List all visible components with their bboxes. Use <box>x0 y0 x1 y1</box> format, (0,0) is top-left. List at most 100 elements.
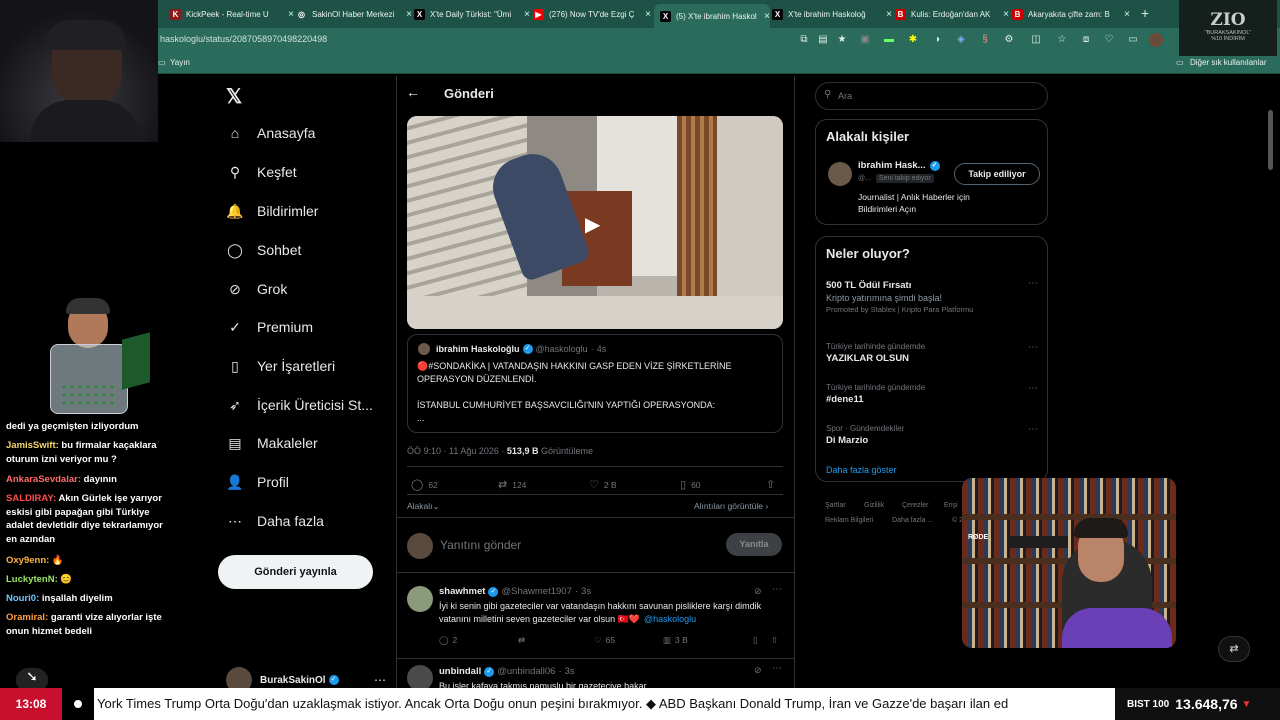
view-quotes-link[interactable]: Alıntıları görüntüle › <box>694 501 768 511</box>
favorites-icon[interactable]: ☆ <box>1055 33 1069 47</box>
share-action[interactable]: ⇧ <box>766 478 780 491</box>
play-icon[interactable]: ▶ <box>585 212 600 237</box>
nav-item-premium[interactable]: ✓ Premium <box>226 318 313 336</box>
repost-action[interactable]: ⇄ <box>518 635 529 646</box>
tab-close-icon[interactable]: × <box>521 8 530 20</box>
like-action[interactable]: ♡ 65 <box>594 635 615 646</box>
browser-tab[interactable]: X X'te ibrahim Haskoloğ × <box>772 4 892 24</box>
extension-icon[interactable]: ◑ <box>930 33 944 47</box>
trend-item[interactable]: Türkiye tarihinde gündemde YAZIKLAR OLSUN… <box>826 342 1038 364</box>
browser-tab[interactable]: B Kulis: Erdoğan'dan AK × <box>895 4 1009 24</box>
extension-icon[interactable]: ◈ <box>954 33 968 47</box>
tab-close-icon[interactable]: × <box>642 8 651 20</box>
nav-item-rocket[interactable]: ➶ İçerik Üreticisi St... <box>226 396 373 414</box>
like-action[interactable]: ♡ 2 B <box>589 478 617 491</box>
url-field[interactable]: haskologlu/status/2087058970498220498 <box>160 34 327 44</box>
translate-icon[interactable]: ⧉ <box>797 33 811 47</box>
show-more-link[interactable]: Daha fazla göster <box>826 465 897 475</box>
reader-icon[interactable]: ▤ <box>816 33 830 47</box>
tab-close-icon[interactable]: × <box>761 10 770 22</box>
tab-close-icon[interactable]: × <box>1000 8 1009 20</box>
browser-tab[interactable]: K KickPeek - Real-time U × <box>170 4 294 24</box>
bookmark-action[interactable]: ▯ <box>753 635 762 646</box>
extensions-icon[interactable]: ⚙ <box>1002 33 1016 47</box>
nav-item-chat[interactable]: ◯ Sohbet <box>226 241 301 259</box>
search-box[interactable]: ⚲ Ara <box>815 82 1048 110</box>
more-options-icon[interactable]: ⋯ <box>1028 342 1038 353</box>
repost-action[interactable]: ⇄ 124 <box>498 478 526 491</box>
nav-item-grok[interactable]: ⊘ Grok <box>226 280 287 298</box>
share-action[interactable]: ⇧ <box>771 635 782 646</box>
tab-close-icon[interactable]: × <box>403 8 412 20</box>
reply-filter-dropdown[interactable]: Alakalı⌄ <box>407 501 440 512</box>
account-switcher[interactable]: BurakSakinOl ✓ ⋯ <box>226 667 386 693</box>
heart-icon[interactable]: ♡ <box>1102 33 1116 47</box>
trend-item[interactable]: Spor · Gündemdekiler Di Marzio ⋯ <box>826 424 1038 446</box>
views-action[interactable]: ▥ 3 B <box>663 635 688 646</box>
avatar[interactable] <box>407 586 433 612</box>
browser-tab[interactable]: ▶ (276) Now TV'de Ezgi Ç × <box>533 4 651 24</box>
footer-link[interactable]: Erişi <box>944 502 958 509</box>
post-button[interactable]: Gönderi yayınla <box>218 555 373 589</box>
grok-icon[interactable]: ⊘ <box>754 586 762 597</box>
more-options-icon[interactable]: ⋯ <box>772 584 782 595</box>
footer-link[interactable]: Çerezler <box>902 502 928 509</box>
browser-tab[interactable]: B Akaryakıta çifte zam: B × <box>1012 4 1130 24</box>
x-logo-icon[interactable]: 𝕏 <box>226 84 242 109</box>
footer-link[interactable]: Şartlar <box>825 502 846 509</box>
nav-item-search[interactable]: ⚲ Keşfet <box>226 163 297 181</box>
trend-item[interactable]: 500 TL Ödül Fırsatı Kripto yatırımına şim… <box>826 278 1038 314</box>
nav-item-more[interactable]: ⋯ Daha fazla <box>226 512 324 530</box>
tab-close-icon[interactable]: × <box>1121 8 1130 20</box>
nav-item-profile[interactable]: 👤 Profil <box>226 473 289 491</box>
other-bookmarks[interactable]: Diğer sık kullanılanlar <box>1190 58 1266 67</box>
extension-icon[interactable]: ▣ <box>858 33 872 47</box>
footer-link[interactable]: Gizlilik <box>864 502 884 509</box>
reply-button[interactable]: Yanıtla <box>726 533 782 556</box>
more-options-icon[interactable]: ⋯ <box>1028 383 1038 394</box>
avatar[interactable] <box>828 162 852 186</box>
profile-avatar[interactable] <box>1149 33 1163 47</box>
reply-action[interactable]: ◯ 62 <box>411 478 438 491</box>
favorite-star-icon[interactable]: ★ <box>835 33 849 47</box>
more-options-icon[interactable]: ⋯ <box>1028 424 1038 435</box>
reply-author-name[interactable]: unbindall <box>439 666 481 677</box>
browser-tab[interactable]: X X'te Daily Türkist: "Ümi × <box>414 4 530 24</box>
bookmark-action[interactable]: ▯ 60 <box>680 478 701 491</box>
tab-close-icon[interactable]: × <box>285 8 294 20</box>
floating-action-icon[interactable]: ⇄ <box>1218 636 1250 662</box>
tab-close-icon[interactable]: × <box>883 8 892 20</box>
video-player[interactable]: ▶ <box>407 116 783 329</box>
mention-link[interactable]: @haskologlu <box>644 614 696 624</box>
new-tab-button[interactable]: + <box>1141 5 1149 21</box>
nav-item-bookmark[interactable]: ▯ Yer İşaretleri <box>226 357 335 375</box>
reply-tweet[interactable]: unbindall ✓ @unbindall06 · 3s ⊘ ⋯ Bu işler kafa… <box>396 658 794 691</box>
footer-link[interactable]: Reklam Bilgileri <box>825 517 873 524</box>
reply-tweet[interactable]: shawhmet ✓ @Shawmet1907 · 3s ⊘ ⋯ İyi ki senin g… <box>396 578 794 656</box>
quoted-tweet[interactable]: ibrahim Haskoloğlu ✓ @haskologlu · 4s 🔴#… <box>407 334 783 433</box>
more-options-icon[interactable]: ⋯ <box>772 663 782 674</box>
nav-item-bell[interactable]: 🔔 Bildirimler <box>226 202 318 220</box>
scrollbar[interactable] <box>1268 110 1273 170</box>
more-options-icon[interactable]: ⋯ <box>1028 278 1038 289</box>
related-person-name[interactable]: ibrahim Hask... <box>858 160 926 171</box>
reply-author-name[interactable]: shawhmet <box>439 586 485 597</box>
wallet-icon[interactable]: ▭ <box>1126 33 1140 47</box>
trend-item[interactable]: Türkiye tarihinde gündemde #dene11 ⋯ <box>826 383 1038 405</box>
footer-link[interactable]: Daha fazla ... <box>892 517 933 524</box>
nav-item-article[interactable]: ▤ Makaleler <box>226 434 317 452</box>
collections-icon[interactable]: ⧈ <box>1079 33 1093 47</box>
extension-icon[interactable]: ▬ <box>882 33 896 47</box>
extension-icon[interactable]: ✱ <box>906 33 920 47</box>
split-view-icon[interactable]: ◫ <box>1029 33 1043 47</box>
grok-icon[interactable]: ⊘ <box>754 665 762 676</box>
nav-item-home[interactable]: ⌂ Anasayfa <box>226 124 316 142</box>
reply-input[interactable]: Yanıtını gönder <box>440 538 521 552</box>
more-options-icon[interactable]: ⋯ <box>374 673 386 687</box>
reply-action[interactable]: ◯ 2 <box>439 635 457 646</box>
extension-icon[interactable]: § <box>978 33 992 47</box>
back-arrow-icon[interactable]: ← <box>406 84 420 100</box>
bookmark-yayin[interactable]: Yayın <box>170 58 190 67</box>
browser-tab[interactable]: X (5) X'te ibrahim Haskol × <box>654 4 770 28</box>
following-button[interactable]: Takip ediliyor <box>954 163 1040 185</box>
